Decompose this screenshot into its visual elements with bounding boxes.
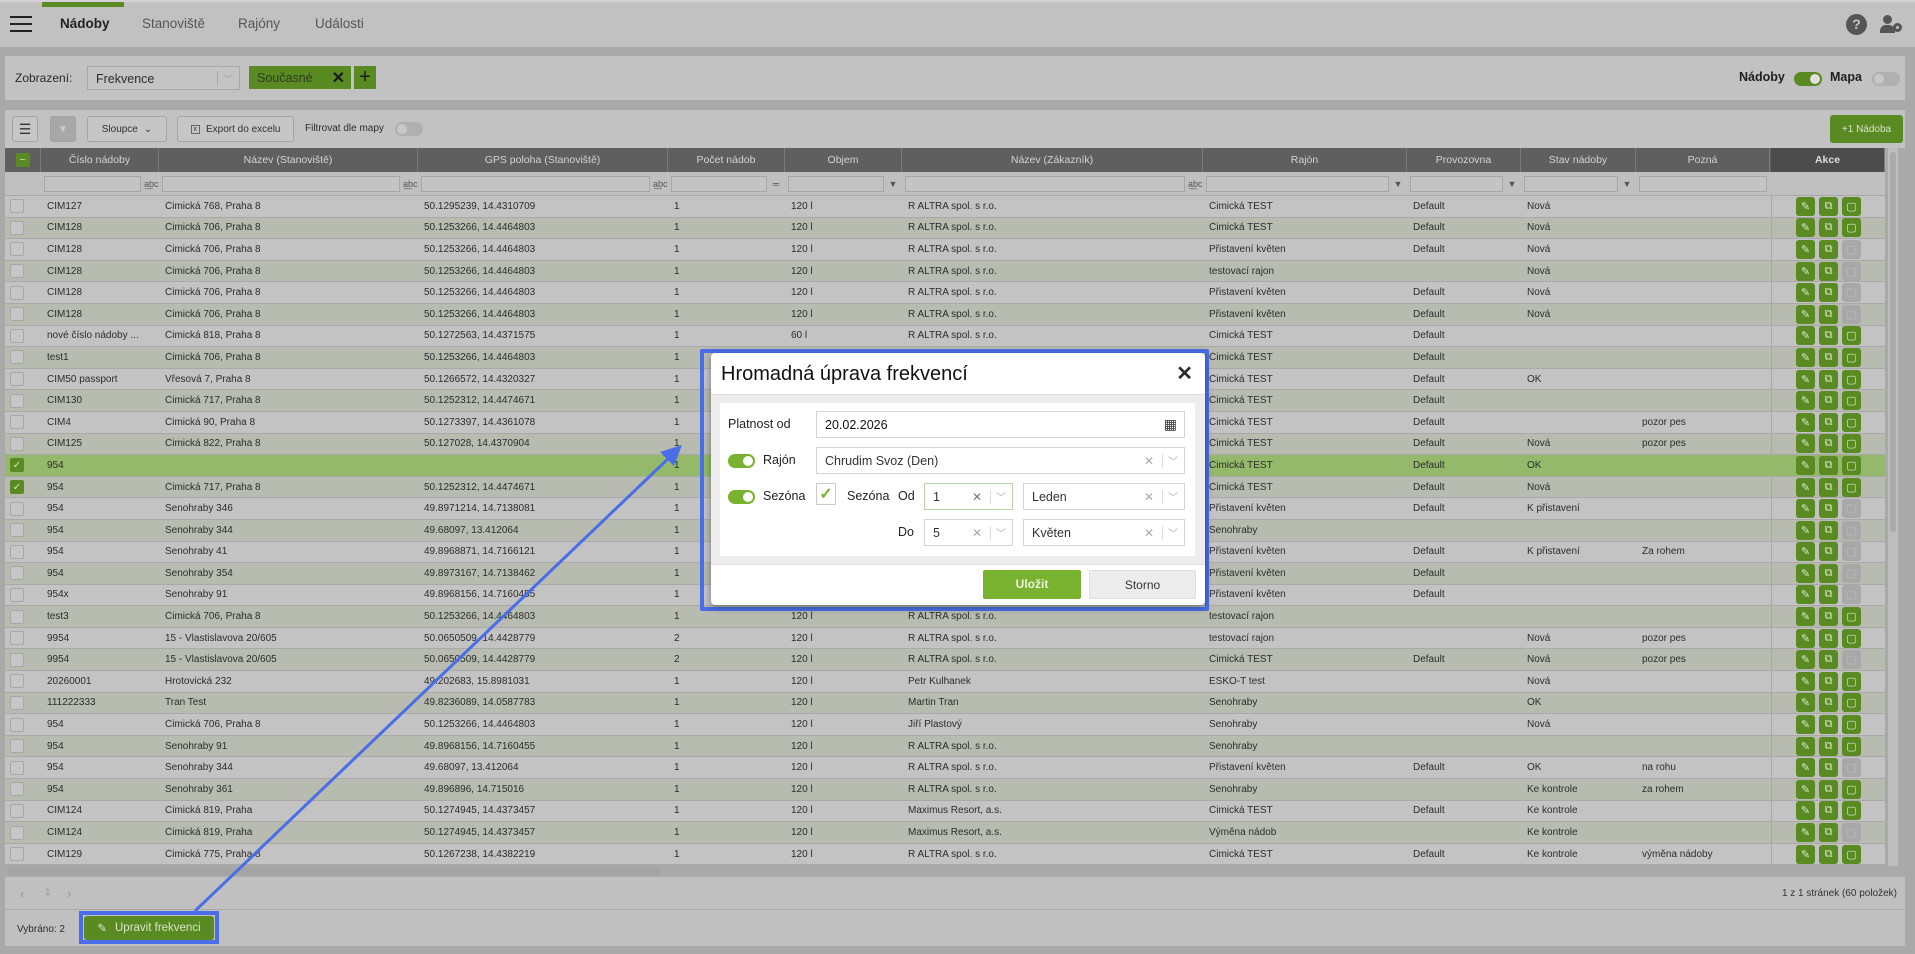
platnost-date-input[interactable]: 20.02.2026 ▦ [816, 411, 1185, 438]
od-month-select[interactable]: Leden ✕ ﹀ [1023, 483, 1185, 510]
platnost-label: Platnost od [728, 417, 791, 431]
od-month-value: Leden [1032, 489, 1067, 504]
cancel-button[interactable]: Storno [1089, 570, 1196, 599]
do-label: Do [898, 525, 914, 539]
do-day-select[interactable]: 5 ✕ ﹀ [924, 519, 1013, 546]
sezona-toggle[interactable] [728, 490, 755, 504]
do-month-value: Květen [1032, 525, 1071, 540]
od-day-select[interactable]: 1 ✕ ﹀ [924, 483, 1013, 510]
clear-icon[interactable]: ✕ [1144, 490, 1154, 504]
sezona-checkbox[interactable]: ✓ [816, 483, 836, 505]
do-month-select[interactable]: Květen ✕ ﹀ [1023, 519, 1185, 546]
rajon-toggle[interactable] [728, 454, 755, 468]
chevron-down-icon[interactable]: ﹀ [996, 525, 1006, 540]
chevron-down-icon[interactable]: ﹀ [1168, 453, 1178, 468]
dialog-form: Platnost od 20.02.2026 ▦ Rajón Chrudim S… [720, 403, 1195, 556]
rajon-select[interactable]: Chrudim Svoz (Den) ✕ ﹀ [816, 447, 1185, 474]
clear-icon[interactable]: ✕ [972, 490, 982, 504]
rajon-value: Chrudim Svoz (Den) [825, 453, 939, 468]
od-label: Od [898, 489, 915, 503]
close-icon[interactable]: ✕ [1176, 361, 1193, 386]
chevron-down-icon[interactable]: ﹀ [1168, 489, 1178, 504]
clear-icon[interactable]: ✕ [972, 526, 982, 540]
clear-icon[interactable]: ✕ [1144, 526, 1154, 540]
do-day-value: 5 [933, 525, 940, 540]
chevron-down-icon[interactable]: ﹀ [996, 489, 1006, 504]
platnost-value: 20.02.2026 [825, 417, 888, 432]
bulk-frequency-dialog: Hromadná úprava frekvencí ✕ Platnost od … [711, 353, 1205, 605]
calendar-icon[interactable]: ▦ [1164, 416, 1177, 433]
dialog-title: Hromadná úprava frekvencí [721, 363, 968, 385]
chevron-down-icon[interactable]: ﹀ [1168, 525, 1178, 540]
save-button[interactable]: Uložit [983, 570, 1081, 599]
sezona-checkbox-label: Sezóna [847, 489, 890, 503]
rajon-label: Rajón [763, 453, 796, 467]
od-day-value: 1 [933, 489, 940, 504]
dialog-body: Platnost od 20.02.2026 ▦ Rajón Chrudim S… [711, 394, 1205, 565]
sezona-label: Sezóna [763, 489, 806, 503]
clear-icon[interactable]: ✕ [1144, 454, 1154, 468]
